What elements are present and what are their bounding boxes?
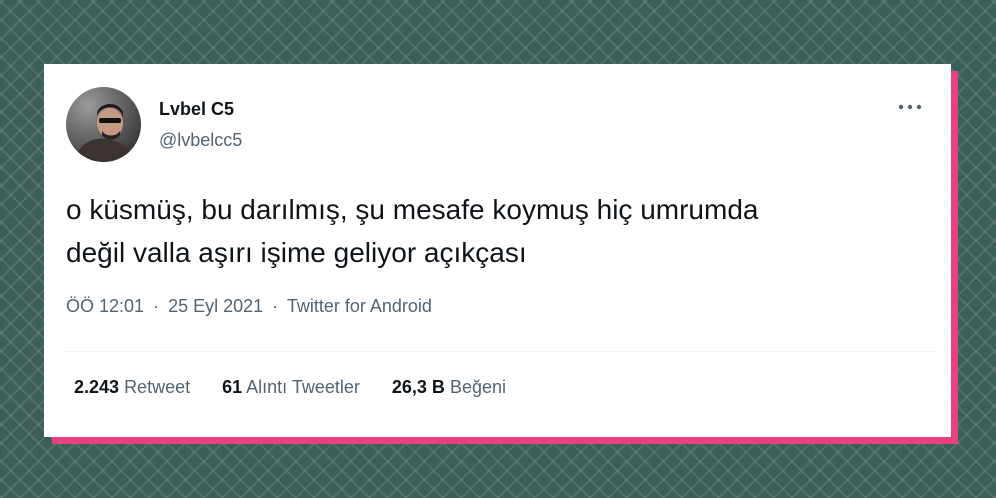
divider: [66, 351, 936, 352]
tweet-source[interactable]: Twitter for Android: [287, 296, 432, 316]
quotes-stat[interactable]: 61 Alıntı Tweetler: [222, 377, 360, 398]
tweet-text: o küsmüş, bu darılmış, şu mesafe koymuş …: [66, 188, 936, 274]
likes-label: Beğeni: [449, 377, 507, 397]
avatar[interactable]: [66, 87, 141, 162]
likes-count: 26,3 B: [391, 377, 445, 397]
tweet-text-line-2: değil valla aşırı işime geliyor açıkçası: [66, 237, 527, 268]
quotes-label: Alıntı Tweetler: [246, 377, 360, 397]
meta-separator: ·: [272, 296, 279, 316]
tweet-stats: 2.243 Retweet 61 Alıntı Tweetler 26,3 B …: [74, 377, 506, 398]
quotes-count: 61: [222, 377, 243, 397]
author-display-name[interactable]: Lvbel C5: [159, 99, 234, 120]
retweets-label: Retweet: [124, 377, 191, 397]
tweet-time[interactable]: ÖÖ 12:01: [66, 296, 144, 316]
tweet-text-line-1: o küsmüş, bu darılmış, şu mesafe koymuş …: [66, 194, 759, 225]
more-options-button[interactable]: [892, 94, 928, 120]
author-handle[interactable]: @lvbelcc5: [159, 130, 242, 151]
tweet-date[interactable]: 25 Eyl 2021: [168, 296, 263, 316]
retweets-stat[interactable]: 2.243 Retweet: [74, 377, 190, 398]
more-horizontal-icon: [898, 104, 922, 110]
tweet-meta: ÖÖ 12:01 · 25 Eyl 2021 · Twitter for And…: [66, 296, 432, 317]
likes-stat[interactable]: 26,3 B Beğeni: [392, 377, 506, 398]
tweet-card: Lvbel C5 @lvbelcc5 o küsmüş, bu darılmış…: [44, 64, 951, 437]
retweets-count: 2.243: [74, 377, 120, 397]
meta-separator: ·: [153, 296, 160, 316]
